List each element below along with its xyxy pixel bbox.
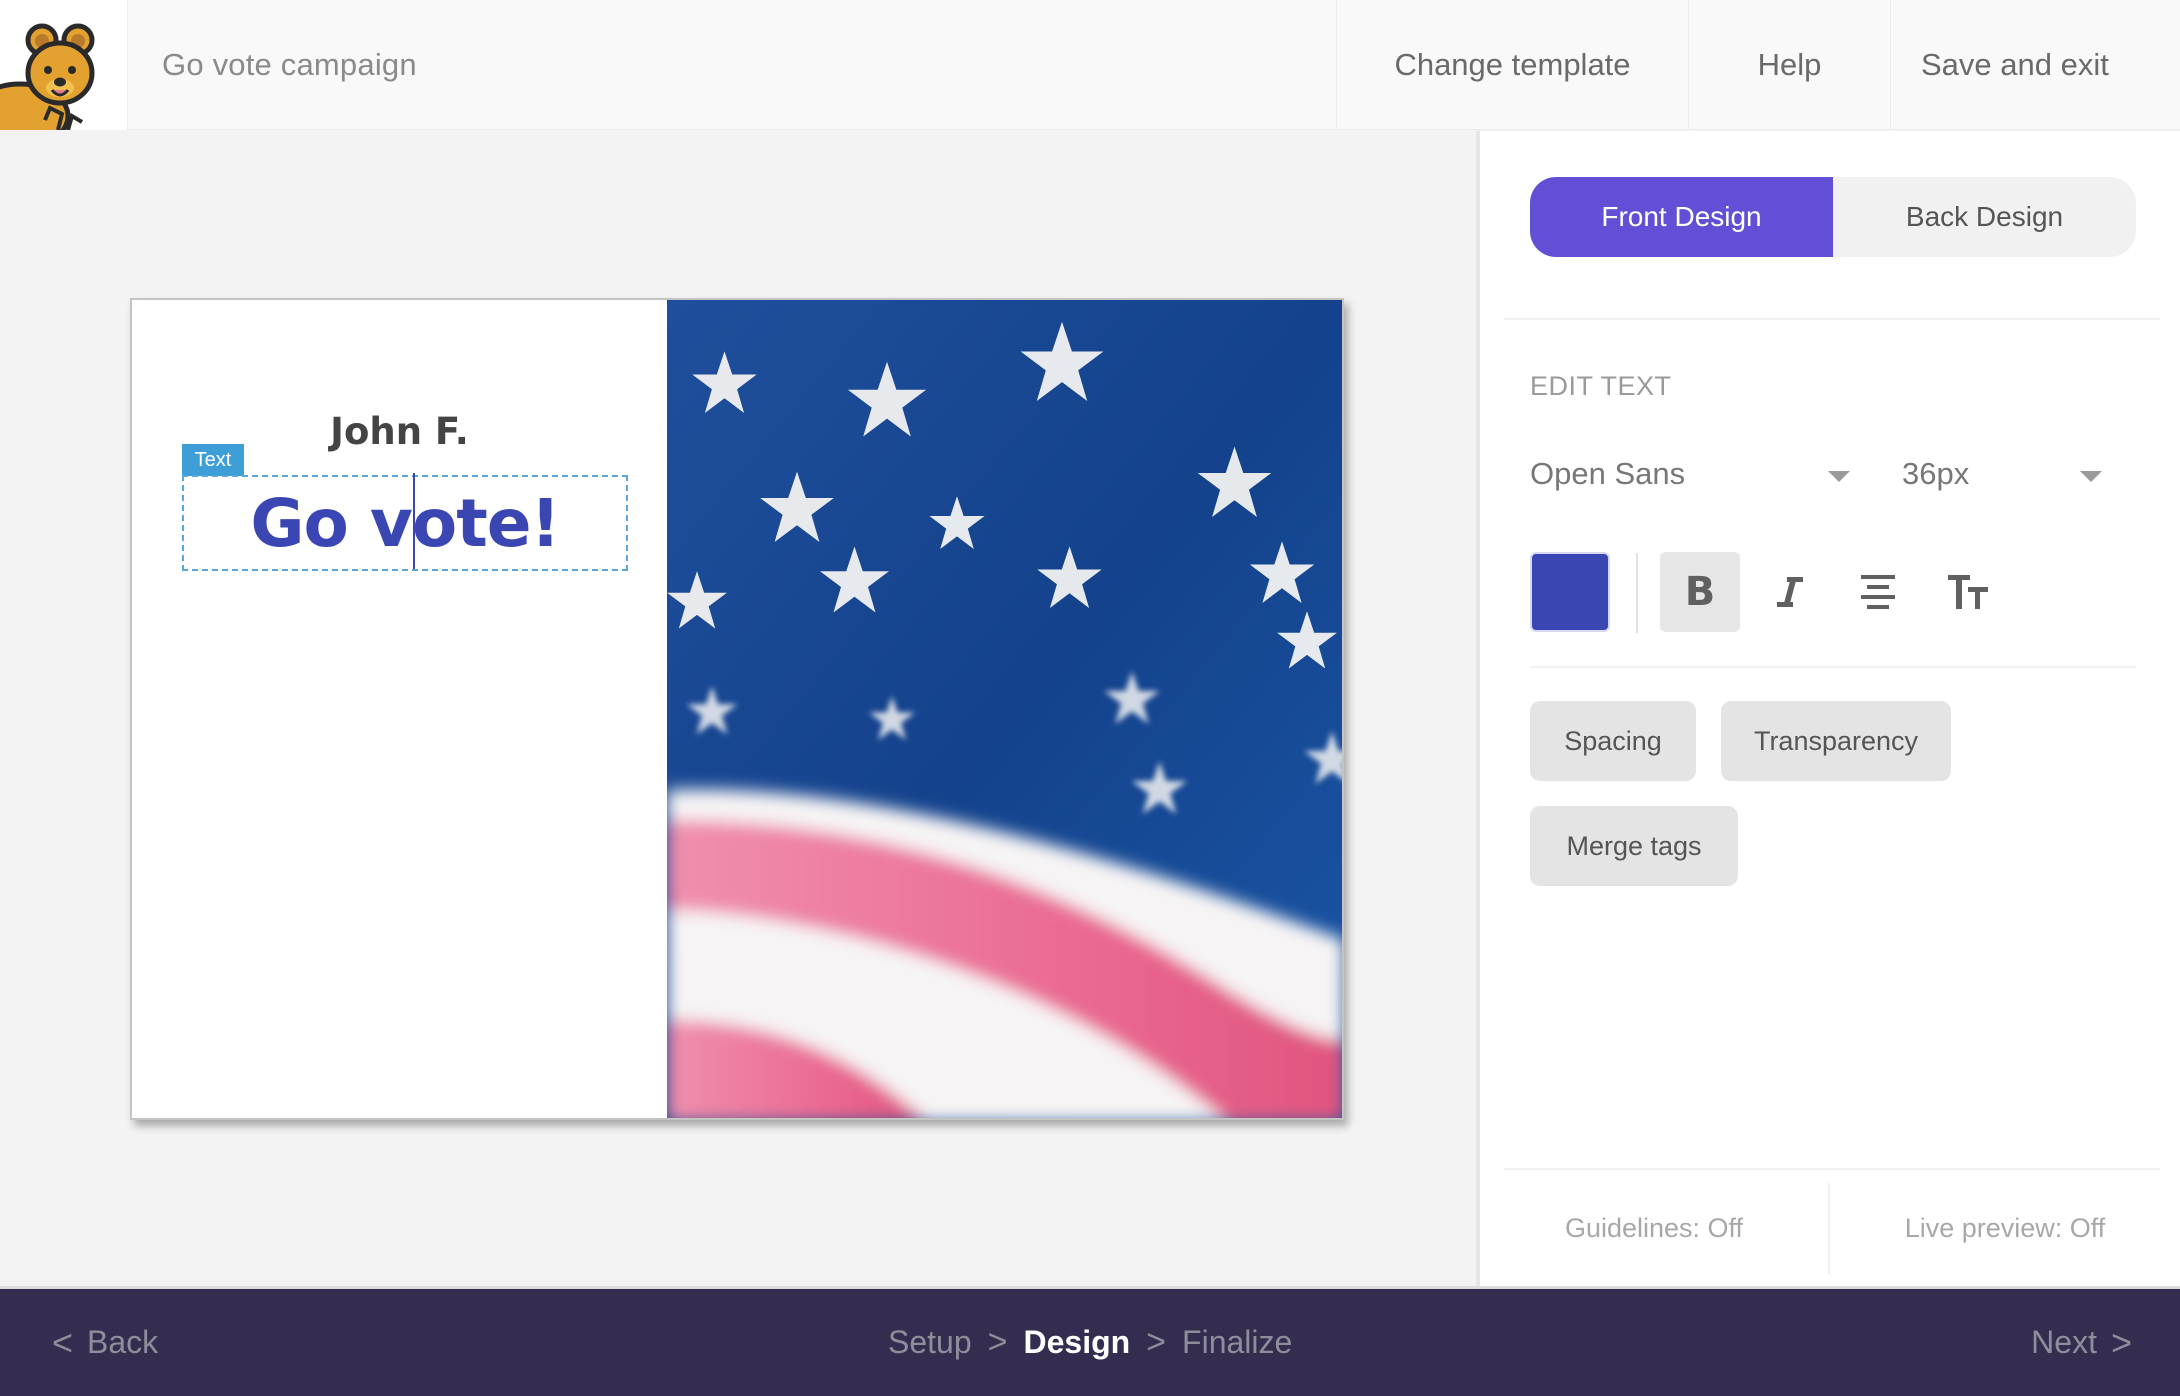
american-flag-photo[interactable] — [667, 300, 1342, 1118]
toolbar-divider — [1530, 666, 2136, 668]
step-finalize[interactable]: Finalize — [1182, 1324, 1292, 1361]
view-toggles: Guidelines: Off Live preview: Off — [1480, 1171, 2180, 1286]
spacing-button[interactable]: Spacing — [1530, 701, 1696, 781]
live-preview-toggle[interactable]: Live preview: Off — [1830, 1171, 2180, 1286]
text-color-swatch[interactable] — [1530, 552, 1610, 632]
transparency-button[interactable]: Transparency — [1721, 701, 1951, 781]
selected-text-element[interactable]: Go vote! — [182, 473, 628, 571]
postcard-front: John F. Text Go vote! — [130, 298, 1344, 1120]
save-and-exit-button[interactable]: Save and exit — [1890, 0, 2180, 129]
back-button[interactable]: < Back — [38, 1289, 158, 1396]
guidelines-toggle[interactable]: Guidelines: Off — [1480, 1183, 1830, 1274]
chevron-down-icon — [1828, 471, 1850, 482]
next-button[interactable]: Next > — [2031, 1289, 2146, 1396]
app-header: Go vote campaign Change template Help Sa… — [0, 0, 2180, 130]
next-label: Next — [2031, 1324, 2097, 1360]
italic-icon — [1777, 577, 1803, 607]
flag-image — [667, 300, 1342, 1118]
wizard-steps: Setup > Design > Finalize — [888, 1289, 1292, 1396]
bold-icon: B — [1684, 569, 1716, 615]
section-divider — [1504, 318, 2160, 320]
bold-button[interactable]: B — [1660, 552, 1740, 632]
font-family-value: Open Sans — [1530, 456, 1686, 491]
chevron-right-icon: > — [1146, 1323, 1167, 1361]
merge-tags-button[interactable]: Merge tags — [1530, 806, 1738, 886]
align-center-icon — [1861, 575, 1895, 609]
design-properties-panel: Front Design Back Design EDIT TEXT Open … — [1476, 131, 2180, 1286]
chevron-left-icon: < — [52, 1321, 74, 1363]
selected-element-tag: Text — [182, 444, 244, 476]
chevron-right-icon: > — [987, 1323, 1008, 1361]
chevron-right-icon: > — [2110, 1321, 2132, 1363]
design-canvas-area: John F. Text Go vote! — [0, 131, 1476, 1286]
quokka-mascot-icon — [0, 23, 95, 130]
text-size-icon — [1948, 575, 1988, 609]
design-side-toggle: Front Design Back Design — [1530, 177, 2136, 257]
card-text-column[interactable]: John F. Text Go vote! — [132, 300, 667, 1118]
logo[interactable] — [0, 0, 128, 130]
font-family-select[interactable]: Open Sans — [1530, 449, 1850, 499]
font-size-value: 36px — [1902, 456, 1970, 491]
font-size-select[interactable]: 36px — [1902, 449, 2102, 499]
step-design[interactable]: Design — [1023, 1324, 1130, 1361]
chevron-down-icon — [2080, 471, 2102, 482]
help-button[interactable]: Help — [1688, 0, 1890, 129]
italic-button[interactable] — [1750, 552, 1830, 632]
change-template-button[interactable]: Change template — [1336, 0, 1688, 129]
text-case-button[interactable] — [1928, 552, 2008, 632]
tab-front-design[interactable]: Front Design — [1530, 177, 1833, 257]
text-cursor — [413, 473, 415, 569]
toggles-divider — [1504, 1168, 2160, 1170]
back-label: Back — [87, 1324, 159, 1360]
wizard-footer: < Back Setup > Design > Finalize Next > — [0, 1286, 2180, 1396]
step-setup[interactable]: Setup — [888, 1324, 972, 1361]
edit-text-heading: EDIT TEXT — [1530, 371, 1672, 401]
campaign-title: Go vote campaign — [162, 46, 417, 82]
toolbar-separator — [1636, 553, 1638, 633]
align-center-button[interactable] — [1838, 552, 1918, 632]
go-vote-text[interactable]: Go vote! — [250, 485, 560, 562]
tab-back-design[interactable]: Back Design — [1833, 177, 2136, 257]
